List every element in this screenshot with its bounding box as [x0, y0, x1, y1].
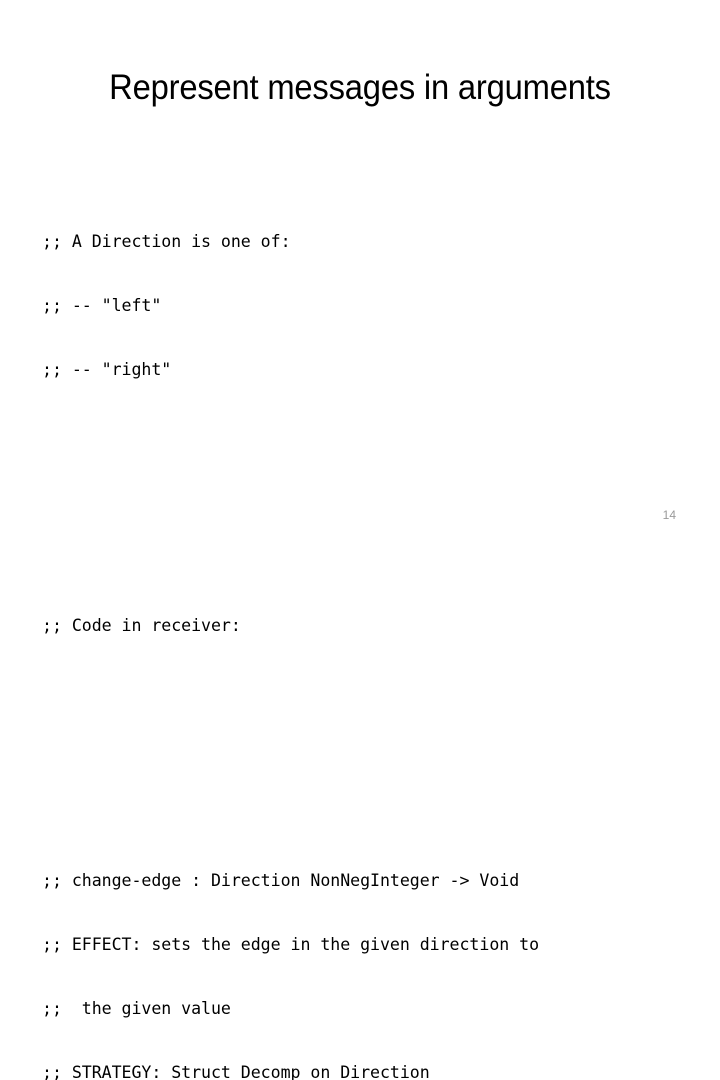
code-line: ;; Code in receiver:	[42, 615, 241, 635]
slide: Represent messages in arguments ;; A Dir…	[0, 0, 720, 1080]
code-line: ;; the given value	[42, 999, 231, 1019]
code-block-receiver-heading: ;; Code in receiver:	[42, 572, 702, 678]
code-block-change-edge-definition: ;; change-edge : Direction NonNegInteger…	[42, 828, 702, 1080]
page-title: Represent messages in arguments	[109, 68, 611, 108]
code-block-separator	[42, 743, 702, 764]
code-block-direction-data-definition: ;; A Direction is one of: ;; -- "left" ;…	[42, 189, 702, 423]
code-line: ;; -- "right"	[42, 360, 172, 380]
code-listing: ;; A Direction is one of: ;; -- "left" ;…	[42, 125, 702, 1080]
page-number: 14	[662, 508, 676, 522]
code-line: ;; -- "left"	[42, 296, 162, 316]
code-line: ;; EFFECT: sets the edge in the given di…	[42, 935, 540, 955]
code-line: ;; STRATEGY: Struct Decomp on Direction	[42, 1063, 430, 1080]
code-block-separator	[42, 487, 702, 508]
code-line: ;; A Direction is one of:	[42, 232, 291, 252]
code-line: ;; change-edge : Direction NonNegInteger…	[42, 871, 520, 891]
